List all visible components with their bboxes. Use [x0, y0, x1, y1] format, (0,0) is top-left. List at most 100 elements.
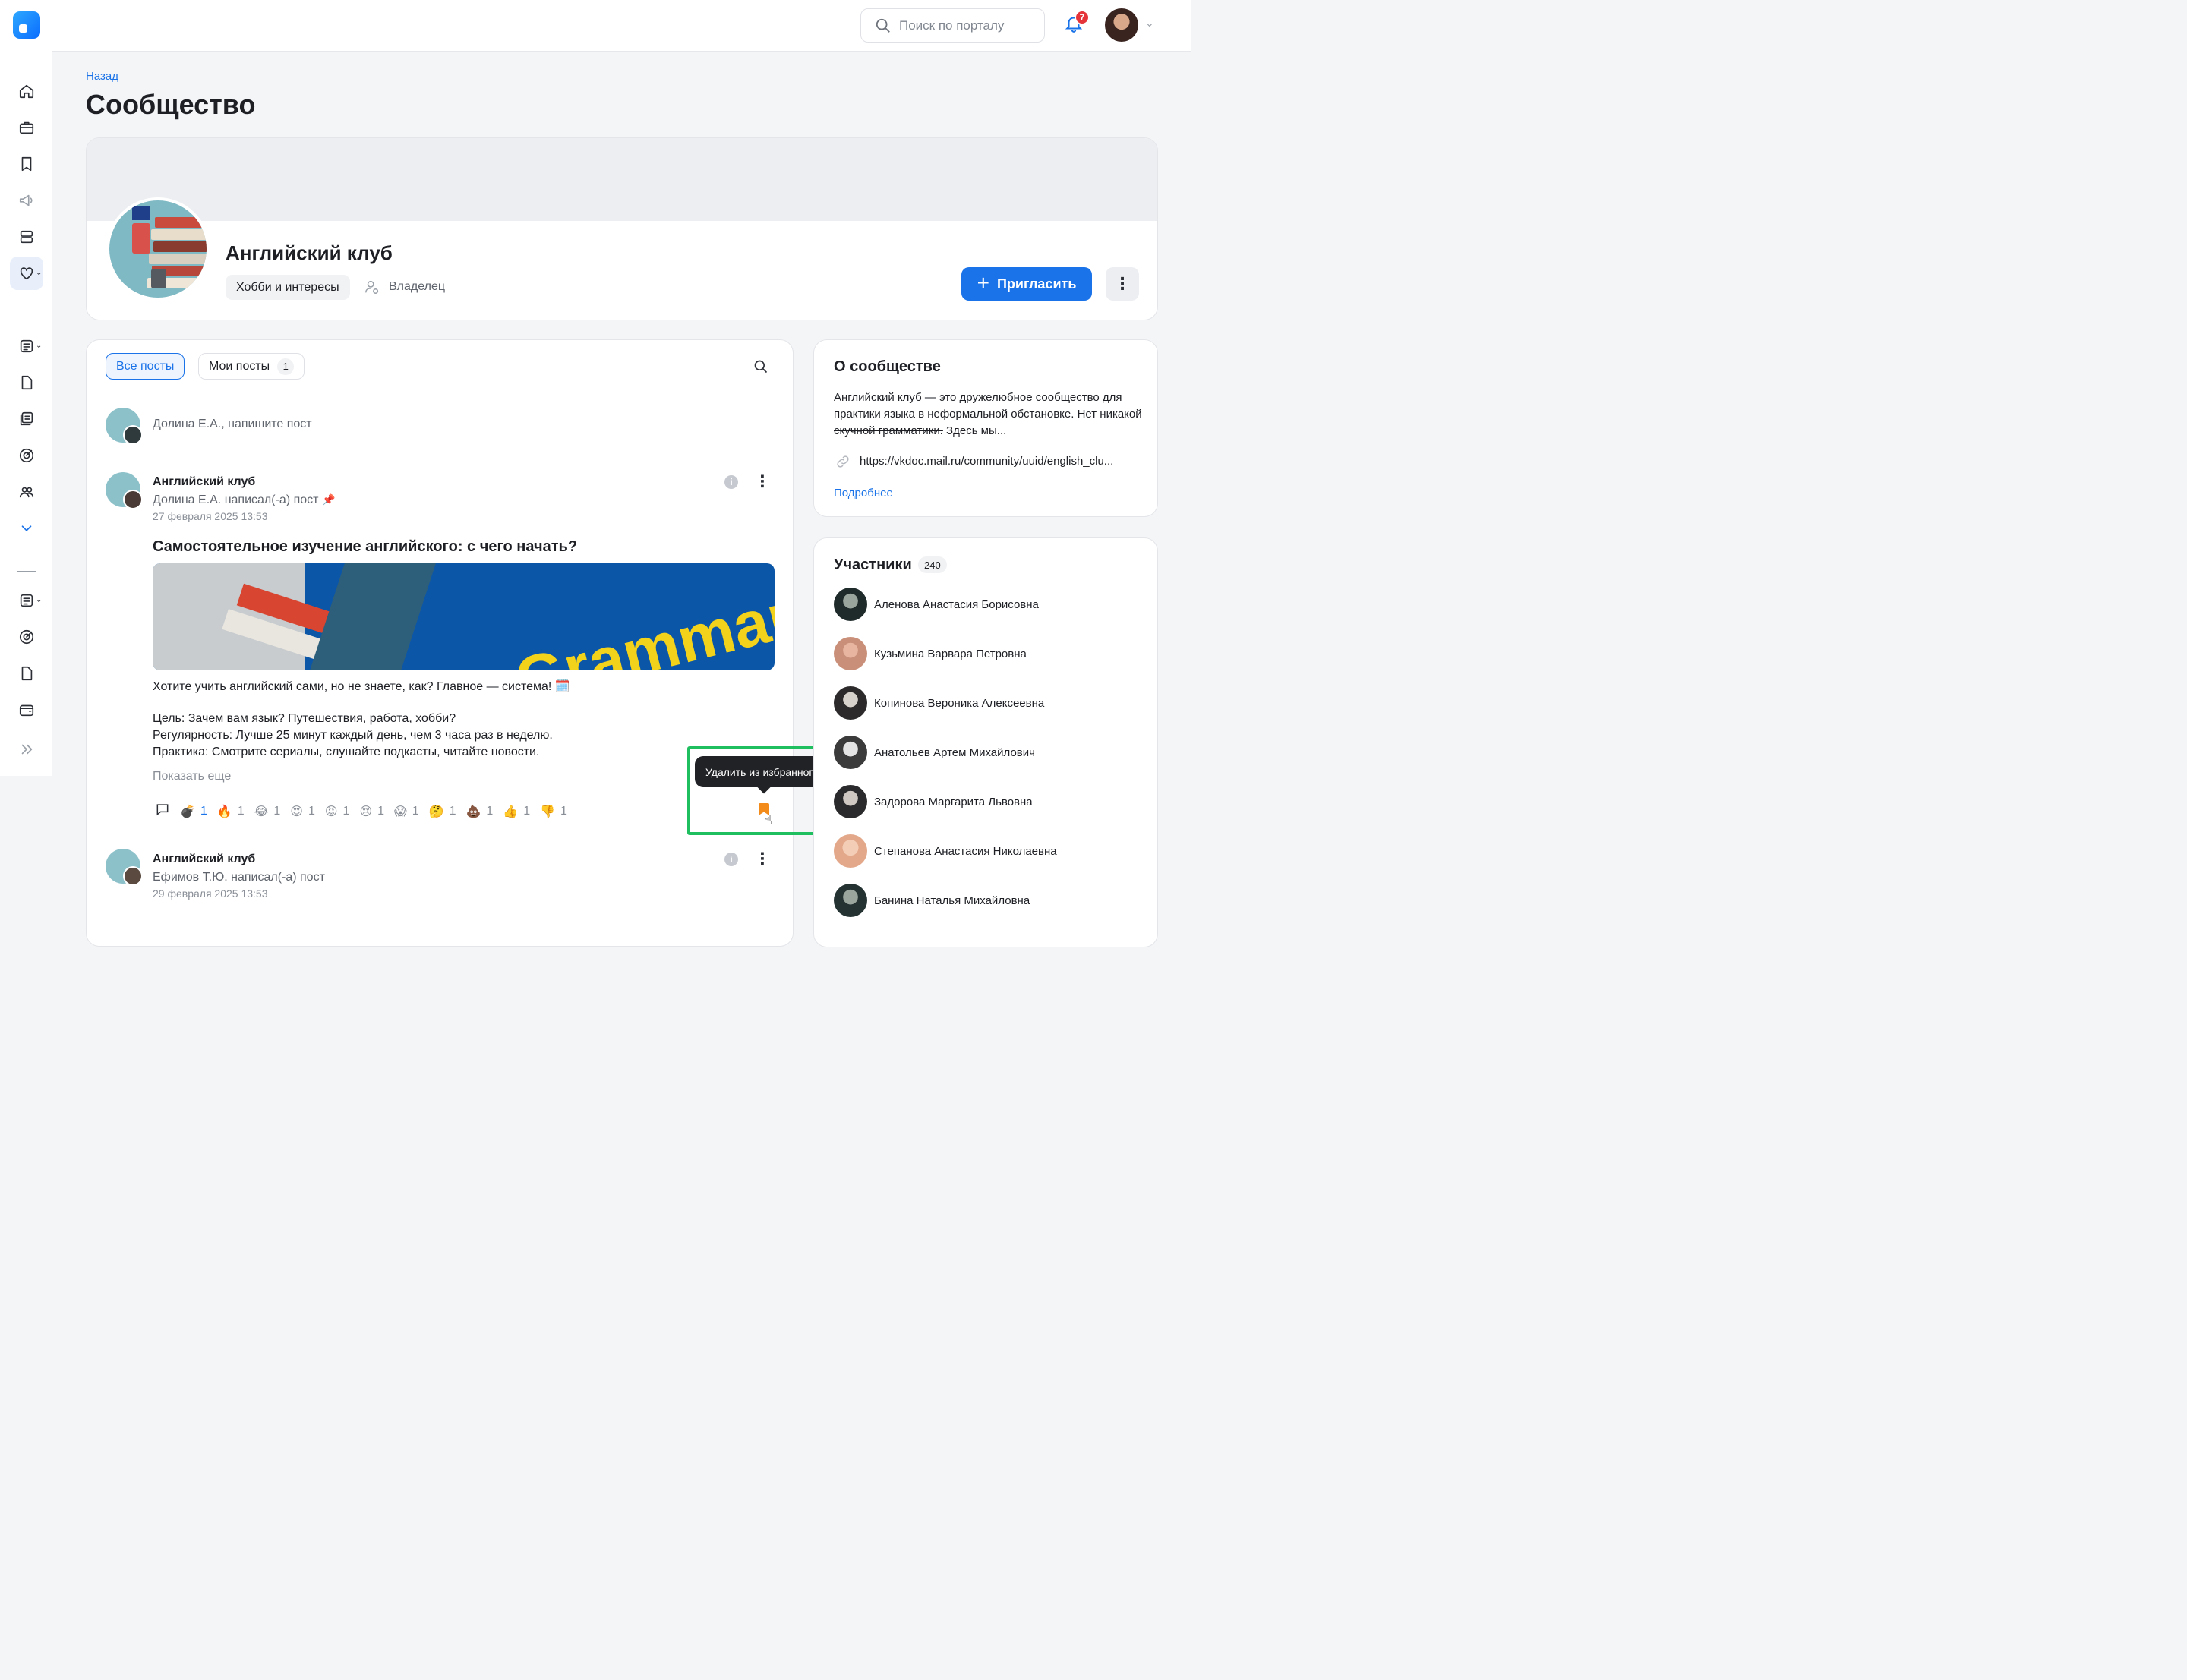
show-more-chevron-icon[interactable] [17, 518, 36, 538]
member-avatar [834, 588, 867, 621]
member-item[interactable]: Кузьмина Варвара Петровна [834, 637, 1027, 670]
about-more-link[interactable]: Подробнее [834, 487, 893, 500]
about-text-strike: скучной грамматики. [834, 424, 943, 437]
post-body-line: Практика: Смотрите сериалы, слушайте под… [153, 745, 540, 758]
app-logo[interactable] [13, 11, 40, 39]
post-image[interactable]: Grammar in Use [153, 563, 775, 670]
reaction-thumbs-up[interactable]: 👍 1 [503, 804, 530, 819]
reaction-count: 1 [273, 804, 281, 818]
reaction-laugh[interactable]: 😂 1 [254, 804, 281, 819]
community-more-button[interactable]: ⋮ [1106, 267, 1139, 301]
member-item[interactable]: Степанова Анастасия Николаевна [834, 834, 1057, 868]
info-icon[interactable]: i [724, 475, 738, 489]
reaction-poop[interactable]: 💩 1 [465, 804, 493, 819]
search-input[interactable] [899, 17, 1036, 33]
member-avatar [834, 884, 867, 917]
remove-from-favorites-tooltip: Удалить из избранного [695, 756, 829, 787]
post-subtitle: Долина Е.А. написал(-а) пост 📌 [153, 493, 335, 507]
about-title: О сообществе [834, 358, 941, 375]
target-icon[interactable] [17, 446, 36, 465]
plus-icon: + [977, 270, 989, 295]
briefcase-icon[interactable] [17, 118, 36, 137]
reaction-count: 1 [308, 804, 315, 818]
reaction-bomb[interactable]: 💣 1 [180, 804, 207, 819]
member-item[interactable]: Аленова Анастасия Борисовна [834, 588, 1039, 621]
post-user-mini-avatar [123, 490, 143, 509]
chevron-down-icon: ⌄ [36, 342, 43, 350]
pin-icon: 📌 [321, 493, 336, 506]
invite-button[interactable]: + Пригласить [961, 267, 1092, 301]
community-url[interactable]: https://vkdoc.mail.ru/community/uuid/eng… [860, 455, 1113, 468]
post-date: 29 февраля 2025 13:53 [153, 887, 268, 900]
bookmark-icon[interactable] [17, 154, 36, 174]
megaphone-icon[interactable] [17, 191, 36, 210]
expand-sidebar-icon[interactable] [17, 739, 36, 759]
reaction-emoji: 👍 [503, 805, 519, 818]
show-more-link[interactable]: Показать еще [153, 770, 231, 783]
reaction-count: 1 [377, 804, 385, 818]
post-menu-button[interactable]: ⋯ [753, 851, 770, 863]
reaction-emoji: 😍 [290, 805, 303, 818]
about-community-card: О сообществе Английский клуб — это друже… [813, 339, 1158, 517]
users-icon[interactable] [17, 482, 36, 502]
comment-icon[interactable] [155, 802, 170, 821]
search-icon [876, 18, 890, 33]
wallet-icon[interactable] [17, 700, 36, 720]
community-avatar[interactable] [106, 197, 210, 301]
tab-my-posts[interactable]: Мои посты 1 [198, 353, 305, 380]
info-icon[interactable]: i [724, 853, 738, 866]
file-icon[interactable] [17, 663, 36, 683]
community-icon[interactable] [17, 263, 36, 283]
portal-search[interactable] [860, 8, 1045, 43]
about-text: Здесь мы... [942, 424, 1007, 437]
tab-my-posts-label: Мои посты [209, 359, 270, 373]
reaction-count: 1 [412, 804, 419, 818]
news-icon[interactable] [17, 409, 36, 429]
owner-icon [364, 279, 380, 295]
hand-cursor-icon: ☝ [764, 812, 772, 827]
post-author[interactable]: Английский клуб [153, 475, 255, 489]
post-author[interactable]: Английский клуб [153, 853, 255, 866]
post-composer[interactable]: Долина Е.А., напишите пост [153, 418, 312, 431]
target-icon[interactable] [17, 627, 36, 647]
member-name: Кузьмина Варвара Петровна [874, 647, 1027, 660]
member-item[interactable]: Анатольев Артем Михайлович [834, 736, 1035, 769]
file-icon[interactable] [17, 373, 36, 392]
reaction-scream[interactable]: 😱 1 [394, 804, 419, 819]
reaction-thinking[interactable]: 🤔 1 [429, 804, 456, 819]
reaction-count: 1 [486, 804, 494, 818]
reaction-thumbs-down[interactable]: 👎 1 [540, 804, 567, 819]
document-icon[interactable] [17, 336, 36, 356]
reaction-emoji: 🤔 [428, 805, 444, 818]
back-link[interactable]: Назад [86, 70, 118, 83]
user-menu-chevron-icon[interactable]: ⌄ [1145, 17, 1154, 30]
document-icon[interactable] [17, 591, 36, 610]
tab-all-posts[interactable]: Все посты [106, 353, 185, 380]
reaction-emoji: 😱 [394, 805, 407, 818]
post-menu-button[interactable]: ⋯ [753, 474, 770, 486]
members-title: Участники [834, 556, 912, 573]
reaction-emoji: 😢 [359, 805, 373, 818]
community-cover [87, 138, 1157, 221]
home-icon[interactable] [17, 81, 36, 101]
member-item[interactable]: Банина Наталья Михайловна [834, 884, 1030, 917]
reaction-emoji: 😡 [324, 805, 338, 818]
posts-search-button[interactable] [753, 359, 768, 378]
member-avatar [834, 785, 867, 818]
server-icon[interactable] [17, 227, 36, 247]
reaction-angry[interactable]: 😡 1 [325, 804, 350, 819]
reaction-count: 1 [523, 804, 531, 818]
nav-separator [17, 571, 36, 572]
community-category-tag[interactable]: Хобби и интересы [226, 275, 350, 300]
search-icon [754, 360, 768, 374]
reactions-bar: 💣 1 🔥 1 😂 1 😍 1 😡 1 😢 1 😱 1 🤔 1 💩 1 👍 1 👎 1 [155, 802, 567, 821]
reaction-fire[interactable]: 🔥 1 [217, 804, 245, 819]
reaction-love[interactable]: 😍 1 [290, 804, 315, 819]
posts-feed: Все посты Мои посты 1 Долина Е.А., напиш… [86, 339, 794, 947]
member-item[interactable]: Задорова Маргарита Львовна [834, 785, 1033, 818]
reaction-sad[interactable]: 😢 1 [359, 804, 384, 819]
post-date: 27 февраля 2025 13:53 [153, 510, 268, 522]
member-item[interactable]: Копинова Вероника Алексеевна [834, 686, 1044, 720]
user-avatar[interactable] [1105, 8, 1138, 42]
about-text: Английский клуб — это дружелюбное сообще… [834, 391, 1142, 421]
